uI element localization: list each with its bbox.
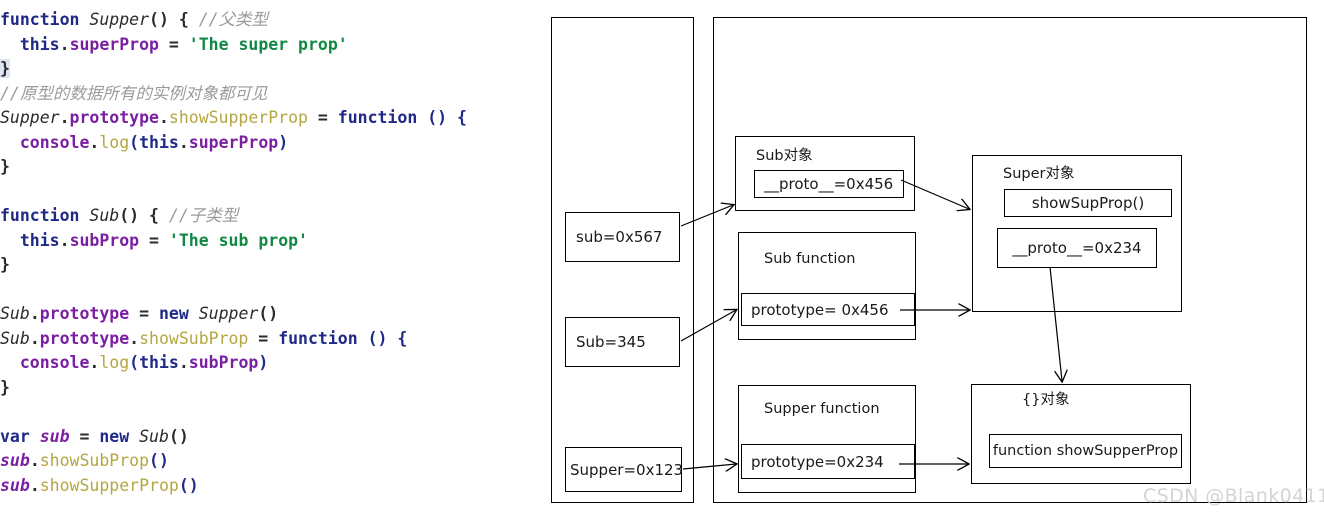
connector-arrows	[680, 179, 1324, 517]
arrow-super-proto-to-empty-object	[1049, 266, 1062, 381]
arrow-sub-var-to-sub-object	[680, 205, 733, 227]
arrow-sub-ctor-to-sub-function	[680, 310, 736, 342]
arrow-sub-proto-to-super-object	[900, 179, 969, 209]
prototype-chain-diagram: sub=0x567 Sub=345 Supper=0x123 Sub对象 __p…	[0, 0, 1324, 517]
watermark: CSDN @Blank0411	[1143, 485, 1324, 507]
arrow-supper-ctor-to-supper-function	[682, 464, 736, 469]
